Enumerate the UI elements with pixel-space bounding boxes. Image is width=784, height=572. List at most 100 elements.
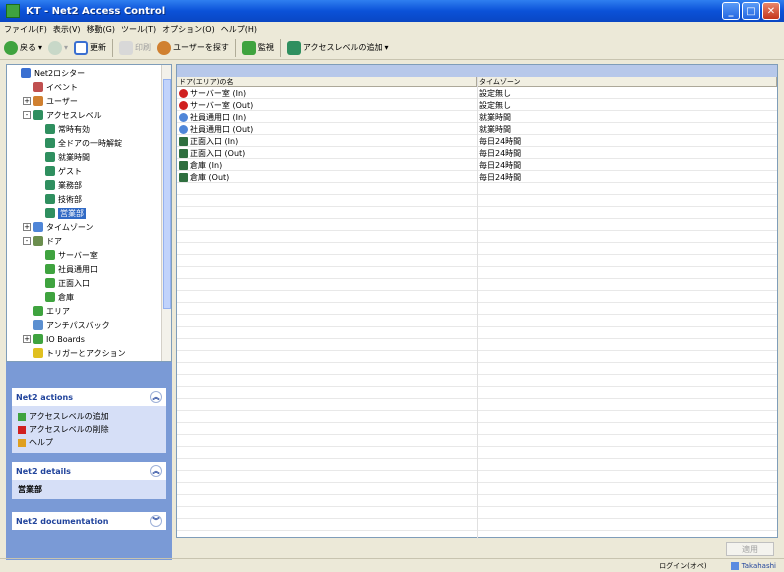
maximize-button[interactable]: □ — [742, 2, 760, 20]
tree-node-label: 常時有効 — [58, 124, 90, 134]
door-name: 倉庫 (In) — [190, 160, 223, 170]
tree-node[interactable]: 技術部 — [35, 193, 82, 205]
minimize-button[interactable]: _ — [722, 2, 740, 20]
tree-node-icon — [33, 320, 43, 330]
column-header-door[interactable]: ドア(エリア)の名 — [177, 77, 477, 86]
tree-node[interactable]: アンチパスバック — [23, 319, 110, 331]
tree-node[interactable]: 就業時間 — [35, 151, 90, 163]
timezone-cell[interactable]: 毎日24時間 — [477, 136, 777, 147]
tree-node[interactable]: イベント — [23, 81, 78, 93]
access-level-icon — [286, 40, 301, 55]
expand-icon[interactable]: + — [23, 223, 31, 231]
timezone-cell[interactable]: 設定無し — [477, 88, 777, 99]
title-bar: KT - Net2 Access Control _ □ ✕ — [0, 0, 784, 22]
tree-node[interactable]: 常時有効 — [35, 123, 90, 135]
tree-node-label: ユーザー — [46, 96, 78, 106]
menu-go[interactable]: 移動(G) — [87, 24, 115, 35]
tree-node[interactable]: 社員通用口 — [35, 263, 98, 275]
refresh-button[interactable]: 更新 — [74, 40, 106, 55]
details-value: 営業部 — [18, 485, 42, 494]
column-header-timezone[interactable]: タイムゾーン — [477, 77, 777, 86]
apply-button[interactable]: 適用 — [726, 542, 774, 556]
monitor-button[interactable]: 監視 — [241, 40, 274, 55]
action-item[interactable]: ヘルプ — [12, 436, 166, 449]
monitor-icon — [241, 40, 256, 55]
content-panel: ドア(エリア)の名 タイムゾーン サーバー室 (In) 設定無し サーバー室 (Ou… — [176, 64, 778, 539]
tree-node-icon — [33, 96, 43, 106]
actions-panel-header[interactable]: Net2 actions ︽ — [12, 388, 166, 406]
action-item[interactable]: アクセスレベルの削除 — [12, 423, 166, 436]
tree-node[interactable]: サーバー室 — [35, 249, 98, 261]
tree-node[interactable]: + IO Boards — [23, 333, 85, 345]
tree-node-label: ゲスト — [58, 166, 82, 176]
action-item[interactable]: アクセスレベルの追加 — [12, 410, 166, 423]
tree-node-label: 社員通用口 — [58, 264, 98, 274]
user-search-button[interactable]: ユーザーを探す — [157, 40, 229, 55]
tree-node[interactable]: 倉庫 — [35, 291, 74, 303]
tree-node-label: ドア — [46, 236, 62, 246]
tree-node[interactable]: ゲスト — [35, 165, 82, 177]
menu-view[interactable]: 表示(V) — [53, 24, 81, 35]
expand-icon[interactable]: + — [23, 335, 31, 343]
tree-node[interactable]: 業務部 — [35, 179, 82, 191]
actions-panel-title: Net2 actions — [16, 392, 73, 402]
refresh-icon — [74, 40, 89, 55]
collapse-chevron-icon[interactable]: ︽ — [150, 465, 162, 477]
expand-chevron-icon[interactable]: ︾ — [150, 515, 162, 527]
door-name: 正面入口 (Out) — [190, 148, 246, 158]
menu-file[interactable]: ファイル(F) — [4, 24, 47, 35]
tree-node-label: エリア — [46, 306, 70, 316]
tree-node-label: タイムゾーン — [46, 222, 94, 232]
door-name: 正面入口 (In) — [190, 136, 239, 146]
tree-node[interactable]: トリガーとアクション — [23, 347, 126, 359]
tree-node-label: トリガーとアクション — [46, 348, 126, 358]
door-name: サーバー室 (In) — [190, 88, 247, 98]
timezone-cell[interactable]: 就業時間 — [477, 112, 777, 123]
tree-node[interactable]: Net2ロシター — [11, 67, 85, 79]
tree-node[interactable]: + ユーザー — [23, 95, 78, 107]
tree-node[interactable]: + タイムゾーン — [23, 221, 93, 233]
timezone-cell[interactable]: 毎日24時間 — [477, 160, 777, 171]
print-button[interactable]: 印刷 — [119, 40, 151, 55]
tree-node-icon — [33, 306, 43, 316]
tree-scrollbar[interactable] — [161, 65, 171, 361]
documentation-panel-header[interactable]: Net2 documentation ︾ — [12, 512, 166, 530]
tree-node[interactable]: 営業部 — [35, 207, 86, 219]
tree-node[interactable]: - アクセスレベル — [23, 109, 102, 121]
content-header-band — [177, 65, 777, 77]
timezone-cell[interactable]: 就業時間 — [477, 124, 777, 135]
tree-node-icon — [33, 236, 43, 246]
menu-options[interactable]: オプション(O) — [162, 24, 215, 35]
tree-node-label: 技術部 — [58, 194, 82, 204]
menu-tools[interactable]: ツール(T) — [121, 24, 156, 35]
toolbar-separator — [279, 38, 281, 57]
tree-node[interactable]: - ドア — [23, 235, 62, 247]
forward-button[interactable]: ▾ — [48, 40, 68, 55]
collapse-icon[interactable]: - — [23, 111, 31, 119]
tree-node[interactable]: 全ドアの一時解錠 — [35, 137, 122, 149]
window-title: KT - Net2 Access Control — [26, 5, 166, 17]
close-button[interactable]: ✕ — [762, 2, 780, 20]
collapse-chevron-icon[interactable]: ︽ — [150, 391, 162, 403]
scrollbar-thumb[interactable] — [163, 79, 171, 309]
navigation-tree: Net2ロシター イベント + ユーザー - アクセスレベル常時有効全ドアの一時解錠 就業時… — [6, 64, 172, 362]
add-access-level-button[interactable]: アクセスレベルの追加 ▾ — [286, 40, 389, 55]
timezone-cell[interactable]: 設定無し — [477, 100, 777, 111]
door-name: 倉庫 (Out) — [190, 172, 230, 182]
timezone-cell[interactable]: 毎日24時間 — [477, 172, 777, 183]
toolbar-separator — [234, 38, 236, 57]
documentation-panel-title: Net2 documentation — [16, 516, 109, 526]
expand-icon[interactable]: + — [23, 97, 31, 105]
menu-help[interactable]: ヘルプ(H) — [221, 24, 257, 35]
timezone-cell[interactable]: 毎日24時間 — [477, 148, 777, 159]
tree-node[interactable]: エリア — [23, 305, 70, 317]
door-name: サーバー室 (Out) — [190, 100, 254, 110]
tree-node[interactable]: 正面入口 — [35, 277, 90, 289]
details-panel-header[interactable]: Net2 details ︽ — [12, 462, 166, 480]
back-button[interactable]: 戻る ▾ — [4, 40, 42, 55]
collapse-icon[interactable]: - — [23, 237, 31, 245]
tree-node-icon — [45, 278, 55, 288]
